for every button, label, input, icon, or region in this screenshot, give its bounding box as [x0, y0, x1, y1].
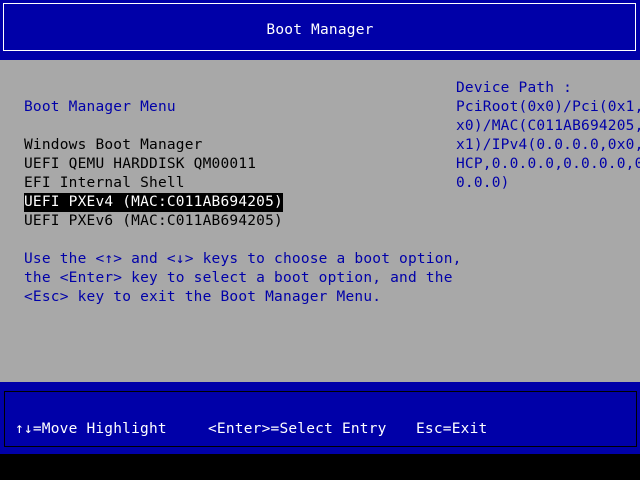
device-path-line: 0.0.0): [456, 175, 510, 191]
screen-bottom-margin: [0, 454, 640, 480]
footer-exit-hint: Esc=Exit: [416, 421, 488, 437]
help-text-line-2: the <Enter> key to select a boot option,…: [24, 270, 453, 286]
device-path-line: x1)/IPv4(0.0.0.0,0x0,D: [456, 137, 640, 153]
help-text-line-3: <Esc> key to exit the Boot Manager Menu.: [24, 289, 382, 305]
boot-option-pxev6[interactable]: UEFI PXEv6 (MAC:C011AB694205): [24, 212, 283, 231]
boot-option-pxev4[interactable]: UEFI PXEv4 (MAC:C011AB694205): [24, 193, 283, 212]
footer-bar: ↑↓=Move Highlight <Enter>=Select Entry E…: [0, 382, 640, 454]
header-bar: Boot Manager: [0, 0, 640, 60]
boot-option-efi-shell[interactable]: EFI Internal Shell: [24, 174, 185, 193]
help-text-line-1: Use the <↑> and <↓> keys to choose a boo…: [24, 251, 462, 267]
device-path-line: HCP,0.0.0.0,0.0.0.0,0.: [456, 156, 640, 172]
menu-title: Boot Manager Menu: [24, 99, 176, 115]
device-path-panel: Device Path : PciRoot(0x0)/Pci(0x1,0 x0)…: [456, 79, 640, 193]
footer-select-hint: <Enter>=Select Entry: [208, 421, 387, 437]
device-path-label: Device Path :: [456, 80, 573, 96]
device-path-line: PciRoot(0x0)/Pci(0x1,0: [456, 99, 640, 115]
footer-move-hint: ↑↓=Move Highlight: [15, 421, 167, 437]
boot-option-windows-boot-manager[interactable]: Windows Boot Manager: [24, 136, 203, 155]
boot-option-qemu-harddisk[interactable]: UEFI QEMU HARDDISK QM00011: [24, 155, 256, 174]
device-path-line: x0)/MAC(C011AB694205,0: [456, 118, 640, 134]
page-title: Boot Manager: [266, 22, 374, 38]
boot-manager-panel: Boot Manager Menu Windows Boot Manager U…: [0, 60, 640, 382]
